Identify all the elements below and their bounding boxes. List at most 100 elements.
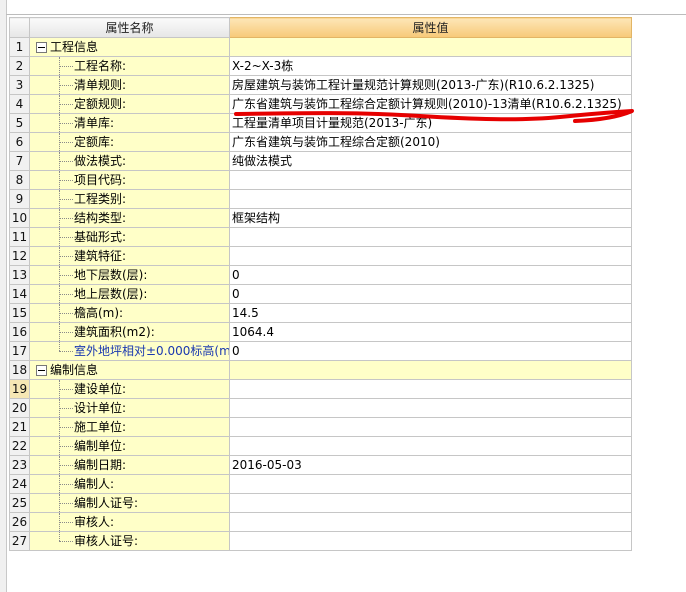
- property-name-cell[interactable]: 编制人:: [29, 474, 230, 494]
- row-number[interactable]: 3: [9, 75, 30, 95]
- property-row[interactable]: 16 建筑面积(m2): 1064.4: [9, 322, 632, 342]
- property-name-cell[interactable]: 编制日期:: [29, 455, 230, 475]
- header-property-value[interactable]: 属性值: [229, 17, 632, 38]
- property-row[interactable]: 11 基础形式:: [9, 227, 632, 247]
- row-number[interactable]: 21: [9, 417, 30, 437]
- property-row[interactable]: 13 地下层数(层): 0: [9, 265, 632, 285]
- property-name-cell[interactable]: 审核人证号:: [29, 531, 230, 551]
- row-number[interactable]: 25: [9, 493, 30, 513]
- property-row[interactable]: 26 审核人:: [9, 512, 632, 532]
- row-number[interactable]: 23: [9, 455, 30, 475]
- row-number[interactable]: 13: [9, 265, 30, 285]
- property-row[interactable]: 15 檐高(m): 14.5: [9, 303, 632, 323]
- row-number[interactable]: 12: [9, 246, 30, 266]
- property-row[interactable]: 14 地上层数(层): 0: [9, 284, 632, 304]
- row-number[interactable]: 10: [9, 208, 30, 228]
- property-row[interactable]: 27 审核人证号:: [9, 531, 632, 551]
- property-name-cell[interactable]: 定额规则:: [29, 94, 230, 114]
- property-value-cell[interactable]: [229, 246, 632, 266]
- row-number[interactable]: 26: [9, 512, 30, 532]
- row-number[interactable]: 24: [9, 474, 30, 494]
- collapse-minus-icon[interactable]: [36, 365, 47, 376]
- property-row[interactable]: 17 室外地坪相对±0.000标高(m): 0: [9, 341, 632, 361]
- property-row[interactable]: 20 设计单位:: [9, 398, 632, 418]
- property-value-cell[interactable]: [229, 417, 632, 437]
- property-value-cell[interactable]: [229, 379, 632, 399]
- row-number[interactable]: 18: [9, 360, 30, 380]
- property-name-cell[interactable]: 清单规则:: [29, 75, 230, 95]
- property-value-cell[interactable]: 房屋建筑与装饰工程计量规范计算规则(2013-广东)(R10.6.2.1325): [229, 75, 632, 95]
- property-value-cell[interactable]: [229, 398, 632, 418]
- row-number[interactable]: 27: [9, 531, 30, 551]
- property-value-cell[interactable]: 0: [229, 265, 632, 285]
- row-number[interactable]: 22: [9, 436, 30, 456]
- property-row[interactable]: 12 建筑特征:: [9, 246, 632, 266]
- property-row[interactable]: 22 编制单位:: [9, 436, 632, 456]
- property-name-cell[interactable]: 工程信息: [29, 37, 230, 57]
- property-name-cell[interactable]: 施工单位:: [29, 417, 230, 437]
- property-name-cell[interactable]: 项目代码:: [29, 170, 230, 190]
- property-name-cell[interactable]: 室外地坪相对±0.000标高(m):: [29, 341, 230, 361]
- property-row[interactable]: 7 做法模式: 纯做法模式: [9, 151, 632, 171]
- property-value-cell[interactable]: 2016-05-03: [229, 455, 632, 475]
- property-row[interactable]: 2 工程名称: X-2~X-3栋: [9, 56, 632, 76]
- property-name-cell[interactable]: 设计单位:: [29, 398, 230, 418]
- property-name-cell[interactable]: 做法模式:: [29, 151, 230, 171]
- property-row[interactable]: 24 编制人:: [9, 474, 632, 494]
- property-row[interactable]: 3 清单规则: 房屋建筑与装饰工程计量规范计算规则(2013-广东)(R10.6.2…: [9, 75, 632, 95]
- property-name-cell[interactable]: 地上层数(层):: [29, 284, 230, 304]
- property-name-cell[interactable]: 编制单位:: [29, 436, 230, 456]
- row-number[interactable]: 15: [9, 303, 30, 323]
- property-value-cell[interactable]: 纯做法模式: [229, 151, 632, 171]
- row-number[interactable]: 5: [9, 113, 30, 133]
- row-number[interactable]: 14: [9, 284, 30, 304]
- row-number[interactable]: 9: [9, 189, 30, 209]
- property-value-cell[interactable]: [229, 436, 632, 456]
- property-name-cell[interactable]: 清单库:: [29, 113, 230, 133]
- property-name-cell[interactable]: 编制人证号:: [29, 493, 230, 513]
- header-property-name[interactable]: 属性名称: [29, 17, 230, 38]
- property-value-cell[interactable]: [229, 512, 632, 532]
- property-name-cell[interactable]: 檐高(m):: [29, 303, 230, 323]
- group-row[interactable]: 1 工程信息: [9, 37, 632, 57]
- property-row[interactable]: 21 施工单位:: [9, 417, 632, 437]
- property-value-cell[interactable]: 0: [229, 341, 632, 361]
- property-name-cell[interactable]: 结构类型:: [29, 208, 230, 228]
- property-value-cell[interactable]: [229, 189, 632, 209]
- property-name-cell[interactable]: 建筑面积(m2):: [29, 322, 230, 342]
- property-row[interactable]: 25 编制人证号:: [9, 493, 632, 513]
- property-row[interactable]: 9 工程类别:: [9, 189, 632, 209]
- property-value-cell[interactable]: 14.5: [229, 303, 632, 323]
- row-number[interactable]: 4: [9, 94, 30, 114]
- property-name-cell[interactable]: 基础形式:: [29, 227, 230, 247]
- property-name-cell[interactable]: 定额库:: [29, 132, 230, 152]
- property-row[interactable]: 4 定额规则: 广东省建筑与装饰工程综合定额计算规则(2010)-13清单(R10.…: [9, 94, 632, 114]
- property-value-cell[interactable]: 1064.4: [229, 322, 632, 342]
- property-name-cell[interactable]: 审核人:: [29, 512, 230, 532]
- row-number[interactable]: 20: [9, 398, 30, 418]
- property-row[interactable]: 5 清单库: 工程量清单项目计量规范(2013-广东): [9, 113, 632, 133]
- row-number[interactable]: 16: [9, 322, 30, 342]
- property-name-cell[interactable]: 编制信息: [29, 360, 230, 380]
- property-name-cell[interactable]: 工程名称:: [29, 56, 230, 76]
- property-value-cell[interactable]: 广东省建筑与装饰工程综合定额(2010): [229, 132, 632, 152]
- row-number[interactable]: 2: [9, 56, 30, 76]
- row-number[interactable]: 7: [9, 151, 30, 171]
- row-number[interactable]: 6: [9, 132, 30, 152]
- property-name-cell[interactable]: 建筑特征:: [29, 246, 230, 266]
- property-row[interactable]: 10 结构类型: 框架结构: [9, 208, 632, 228]
- row-number[interactable]: 1: [9, 37, 30, 57]
- row-number[interactable]: 8: [9, 170, 30, 190]
- property-row[interactable]: 23 编制日期: 2016-05-03: [9, 455, 632, 475]
- property-value-cell[interactable]: [229, 227, 632, 247]
- property-value-cell[interactable]: 框架结构: [229, 208, 632, 228]
- row-number[interactable]: 11: [9, 227, 30, 247]
- property-value-cell[interactable]: [229, 531, 632, 551]
- group-row[interactable]: 18 编制信息: [9, 360, 632, 380]
- property-value-cell[interactable]: 工程量清单项目计量规范(2013-广东): [229, 113, 632, 133]
- property-value-cell[interactable]: 广东省建筑与装饰工程综合定额计算规则(2010)-13清单(R10.6.2.13…: [229, 94, 632, 114]
- property-name-cell[interactable]: 建设单位:: [29, 379, 230, 399]
- property-name-cell[interactable]: 地下层数(层):: [29, 265, 230, 285]
- property-value-cell[interactable]: 0: [229, 284, 632, 304]
- collapse-minus-icon[interactable]: [36, 42, 47, 53]
